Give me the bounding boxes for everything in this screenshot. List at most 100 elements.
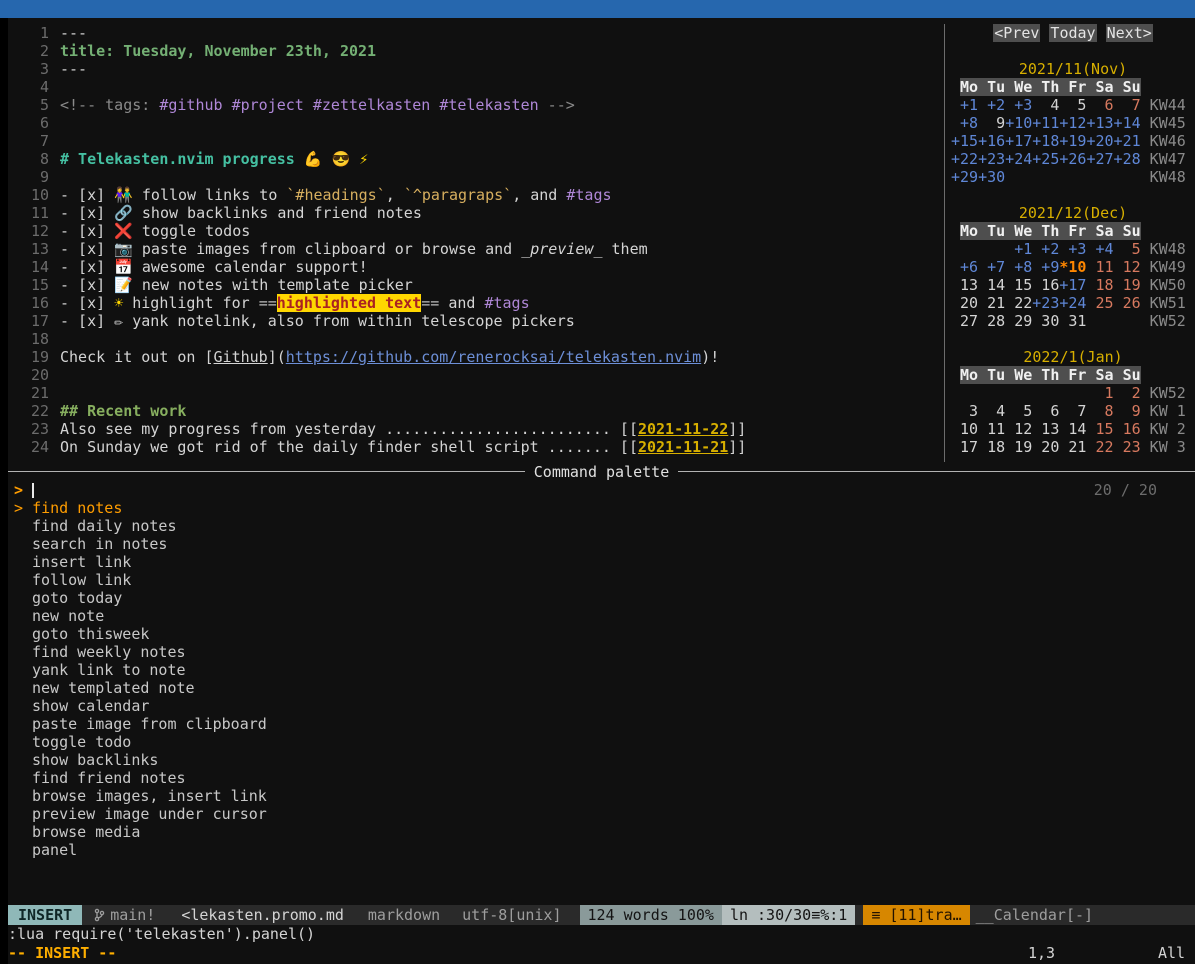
command-line[interactable]: :lua require('telekasten').panel()	[8, 925, 1195, 944]
text-segment: ]]	[728, 438, 746, 456]
text-segment: 🔗	[114, 204, 142, 222]
editor-line[interactable]: 24On Sunday we got rid of the daily find…	[8, 438, 940, 456]
text-segment: 3 4 5 6 7	[951, 402, 1086, 420]
calendar-week-row[interactable]: +6 +7 +8 +9*10 11 12 KW49	[951, 258, 1195, 276]
palette-item[interactable]: show backlinks	[14, 751, 1195, 769]
text-segment	[1005, 168, 1140, 186]
palette-item[interactable]: preview image under cursor	[14, 805, 1195, 823]
calendar-today-button[interactable]: Today	[1049, 24, 1096, 42]
editor-line[interactable]: 7	[8, 132, 940, 150]
text-segment: +22+23+24+25+26+27+28	[951, 150, 1141, 168]
calendar-week-row[interactable]: 3 4 5 6 7 8 9 KW 1	[951, 402, 1195, 420]
calendar-week-row[interactable]: 13 14 15 16+17 18 19 KW50	[951, 276, 1195, 294]
text-segment: 13 14 15 16	[951, 276, 1059, 294]
palette-item[interactable]: new note	[14, 607, 1195, 625]
command-palette: > 20 / 20 > find notes find daily notess…	[8, 481, 1195, 905]
line-text: ## Recent work	[60, 402, 186, 420]
editor-line[interactable]: 9	[8, 168, 940, 186]
text-segment: ,	[386, 186, 404, 204]
editor-line[interactable]: 19Check it out on [Github](https://githu…	[8, 348, 940, 366]
calendar-prev-button[interactable]: <Prev	[993, 24, 1040, 42]
calendar-week-row[interactable]: 17 18 19 20 21 22 23 KW 3	[951, 438, 1195, 456]
text-segment: highlighted text	[277, 294, 422, 312]
palette-item[interactable]: follow link	[14, 571, 1195, 589]
calendar-week-row[interactable]: +22+23+24+25+26+27+28 KW47	[951, 150, 1195, 168]
palette-item[interactable]: browse media	[14, 823, 1195, 841]
selection-caret-icon: >	[14, 499, 32, 517]
calendar-week-row[interactable]: +29+30 KW48	[951, 168, 1195, 186]
editor-line[interactable]: 10- [x] 👫 follow links to `#headings`, `…	[8, 186, 940, 204]
palette-item[interactable]: paste image from clipboard	[14, 715, 1195, 733]
text-segment: - [x]	[60, 294, 114, 312]
text-segment: follow links to	[142, 186, 287, 204]
calendar-week-row[interactable]: 27 28 29 30 31 KW52	[951, 312, 1195, 330]
palette-item[interactable]: show calendar	[14, 697, 1195, 715]
line-number: 23	[8, 420, 49, 438]
text-segment: 📝	[114, 276, 142, 294]
palette-item[interactable]: goto thisweek	[14, 625, 1195, 643]
calendar-week-row[interactable]: +15+16+17+18+19+20+21 KW46	[951, 132, 1195, 150]
editor-line[interactable]: 17- [x] ✏ yank notelink, also from withi…	[8, 312, 940, 330]
palette-item[interactable]: find daily notes	[14, 517, 1195, 535]
text-segment: ]]	[728, 420, 746, 438]
text-segment: 6 7	[1086, 96, 1140, 114]
editor-line[interactable]: 5<!-- tags: #github #project #zettelkast…	[8, 96, 940, 114]
calendar-week-row[interactable]: +8 9+10+11+12+13+14 KW45	[951, 114, 1195, 132]
calendar-week-row[interactable]: +1 +2 +3 +4 5 KW48	[951, 240, 1195, 258]
editor-line[interactable]: 22## Recent work	[8, 402, 940, 420]
editor-line[interactable]: 23Also see my progress from yesterday ..…	[8, 420, 940, 438]
editor-line[interactable]: 21	[8, 384, 940, 402]
palette-item[interactable]: panel	[14, 841, 1195, 859]
palette-item[interactable]: insert link	[14, 553, 1195, 571]
palette-item-selected[interactable]: > find notes	[14, 499, 1195, 517]
text-segment: 22 23	[1086, 438, 1140, 456]
text-segment: 2021-11-21	[638, 438, 728, 456]
editor-buffer[interactable]: 1---2title: Tuesday, November 23th, 2021…	[8, 24, 940, 462]
line-number: 15	[8, 276, 49, 294]
editor-line[interactable]: 15- [x] 📝 new notes with template picker	[8, 276, 940, 294]
text-segment: 5	[1114, 240, 1141, 258]
text-segment: )!	[701, 348, 719, 366]
calendar-month-title: 2022/1(Jan)	[951, 348, 1195, 366]
text-segment: ==	[259, 294, 277, 312]
palette-item[interactable]: browse images, insert link	[14, 787, 1195, 805]
text-segment: -->	[539, 96, 575, 114]
palette-item[interactable]: goto today	[14, 589, 1195, 607]
result-counter: 20 / 20	[1094, 481, 1157, 499]
calendar-next-button[interactable]: Next>	[1106, 24, 1153, 42]
editor-line[interactable]: 13- [x] 📷 paste images from clipboard or…	[8, 240, 940, 258]
editor-line[interactable]: 16- [x] ☀ highlight for ==highlighted te…	[8, 294, 940, 312]
word-count-label: 124 words 100%	[580, 905, 722, 925]
editor-line[interactable]: 4	[8, 78, 940, 96]
editor-line[interactable]: 2title: Tuesday, November 23th, 2021	[8, 42, 940, 60]
editor-line[interactable]: 3---	[8, 60, 940, 78]
editor-line[interactable]: 1---	[8, 24, 940, 42]
palette-item[interactable]: search in notes	[14, 535, 1195, 553]
text-segment: 8 9	[1086, 402, 1140, 420]
text-segment: ⚡	[359, 150, 368, 168]
palette-item[interactable]: new templated note	[14, 679, 1195, 697]
editor-line[interactable]: 11- [x] 🔗 show backlinks and friend note…	[8, 204, 940, 222]
calendar-week-row[interactable]: +1 +2 +3 4 5 6 7 KW44	[951, 96, 1195, 114]
palette-item[interactable]: find weekly notes	[14, 643, 1195, 661]
editor-line[interactable]: 6	[8, 114, 940, 132]
palette-item[interactable]: yank link to note	[14, 661, 1195, 679]
calendar-week-row[interactable]: 20 21 22+23+24 25 26 KW51	[951, 294, 1195, 312]
palette-search-input[interactable]: > 20 / 20	[14, 481, 1195, 499]
editor-line[interactable]: 18	[8, 330, 940, 348]
text-segment: KW51	[1141, 294, 1186, 312]
calendar-spacer	[951, 42, 1195, 60]
line-number: 2	[8, 42, 49, 60]
palette-item[interactable]: toggle todo	[14, 733, 1195, 751]
editor-line[interactable]: 14- [x] 📅 awesome calendar support!	[8, 258, 940, 276]
calendar-week-row[interactable]: 10 11 12 13 14 15 16 KW 2	[951, 420, 1195, 438]
editor-line[interactable]: 20	[8, 366, 940, 384]
editor-line[interactable]: 8# Telekasten.nvim progress 💪 😎 ⚡	[8, 150, 940, 168]
window-separator[interactable]	[940, 24, 949, 462]
palette-item[interactable]: find friend notes	[14, 769, 1195, 787]
calendar-week-row[interactable]: 1 2 KW52	[951, 384, 1195, 402]
text-segment: KW46	[1141, 132, 1186, 150]
editor-line[interactable]: 12- [x] ❌ toggle todos	[8, 222, 940, 240]
text-segment: 17 18 19 20 21	[951, 438, 1086, 456]
text-segment: ---	[60, 24, 87, 42]
